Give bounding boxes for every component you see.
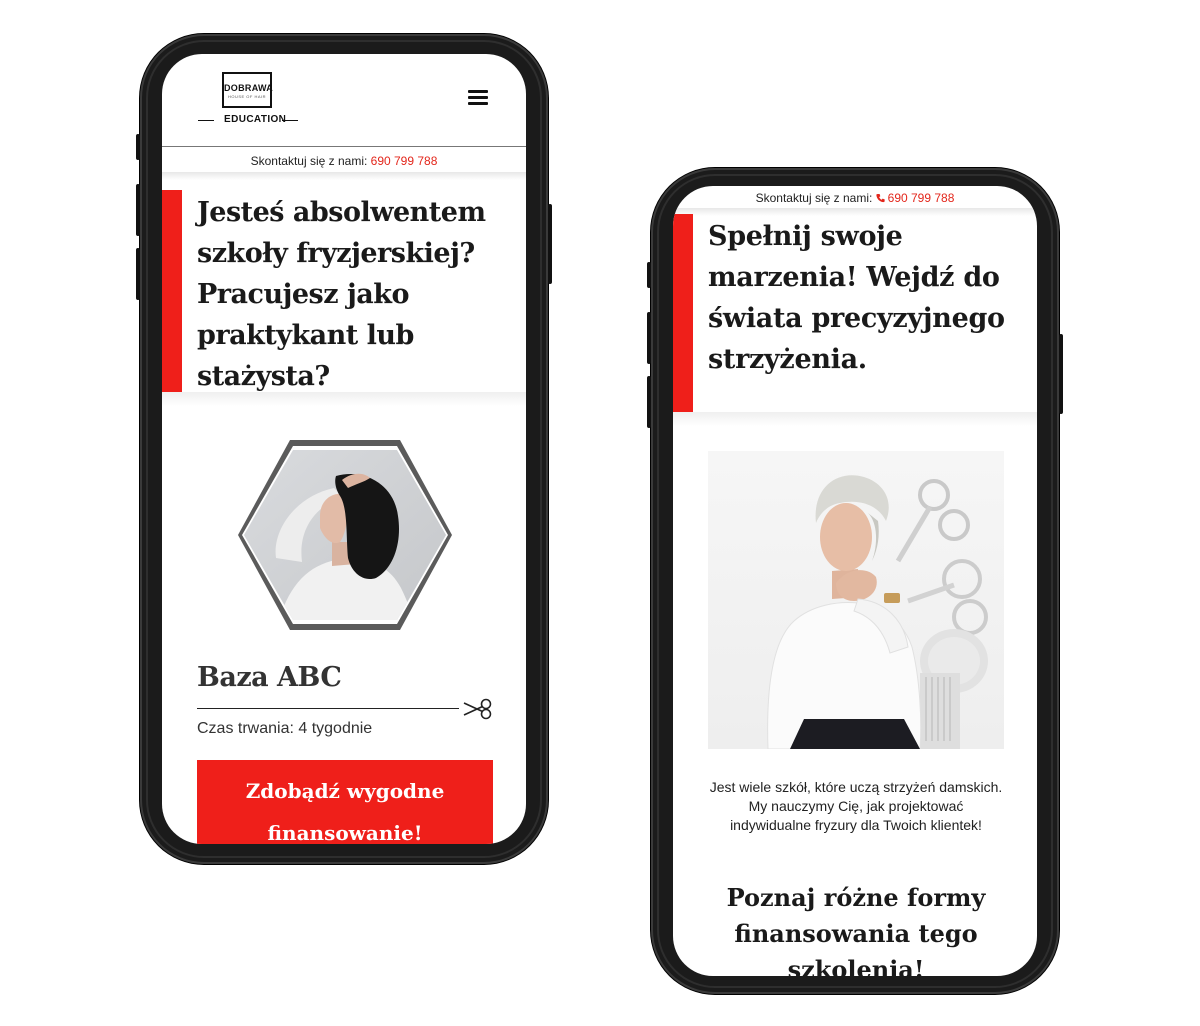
course-duration: Czas trwania: 4 tygodnie	[197, 720, 373, 737]
hero-shadow	[673, 412, 1037, 426]
course-hexagon-photo	[238, 440, 452, 630]
course-title: Baza ABC	[197, 662, 342, 693]
logo-tagline: EDUCATION	[224, 114, 287, 125]
intro-paragraph: Jest wiele szkół, które uczą strzyżeń da…	[709, 779, 1003, 833]
logo[interactable]: DOBRAWA HOUSE OF HAIR	[222, 72, 274, 108]
contact-bar-shadow	[673, 208, 1037, 216]
mute-switch	[647, 262, 651, 288]
financing-cta-button[interactable]: Zdobądź wygodne finansowanie!	[197, 760, 493, 844]
power-button	[1059, 334, 1063, 414]
contact-phone-link[interactable]: 690 799 788	[876, 191, 955, 205]
site-header: DOBRAWA HOUSE OF HAIR EDUCATION	[162, 54, 526, 146]
phone-mockup-left: DOBRAWA HOUSE OF HAIR EDUCATION Skontakt…	[136, 34, 552, 864]
contact-label: Skontaktuj się z nami:	[250, 154, 371, 168]
hero-accent-bar	[673, 214, 693, 412]
course-title-rule	[197, 708, 459, 709]
menu-icon[interactable]	[468, 90, 488, 106]
header-divider	[162, 146, 526, 147]
logo-word: DOBRAWA	[224, 83, 274, 93]
contact-bar-shadow	[162, 172, 526, 180]
phone-icon	[876, 193, 885, 203]
hero-accent-bar	[162, 190, 182, 392]
divider	[198, 120, 214, 121]
hairdresser-photo	[708, 451, 1004, 749]
logo-subtitle: HOUSE OF HAIR	[227, 94, 267, 99]
contact-bar: Skontaktuj się z nami: 690 799 788	[162, 154, 526, 168]
hero-heading: Jesteś absolwentem szkoły fryzjerskiej? …	[197, 197, 486, 392]
mute-switch	[136, 134, 140, 160]
phone-screen: Skontaktuj się z nami: 690 799 788 Spełn…	[673, 186, 1037, 976]
divider	[282, 120, 298, 121]
contact-phone-link[interactable]: 690 799 788	[371, 154, 438, 168]
contact-phone-number: 690 799 788	[887, 191, 955, 205]
power-button	[548, 204, 552, 284]
contact-bar: Skontaktuj się z nami: 690 799 788	[673, 191, 1037, 205]
phone-mockup-right: Skontaktuj się z nami: 690 799 788 Spełn…	[647, 168, 1063, 994]
hero-heading: Spełnij swoje marzenia! Wejdź do świata …	[708, 221, 1005, 375]
contact-label: Skontaktuj się z nami:	[755, 191, 876, 205]
financing-heading: Poznaj różne formy finansowania tego szk…	[726, 883, 986, 976]
scissors-icon	[463, 698, 492, 720]
volume-down-button	[647, 376, 651, 428]
phone-screen: DOBRAWA HOUSE OF HAIR EDUCATION Skontakt…	[162, 54, 526, 844]
volume-up-button	[136, 184, 140, 236]
volume-down-button	[136, 248, 140, 300]
volume-up-button	[647, 312, 651, 364]
hero-shadow	[162, 392, 526, 406]
